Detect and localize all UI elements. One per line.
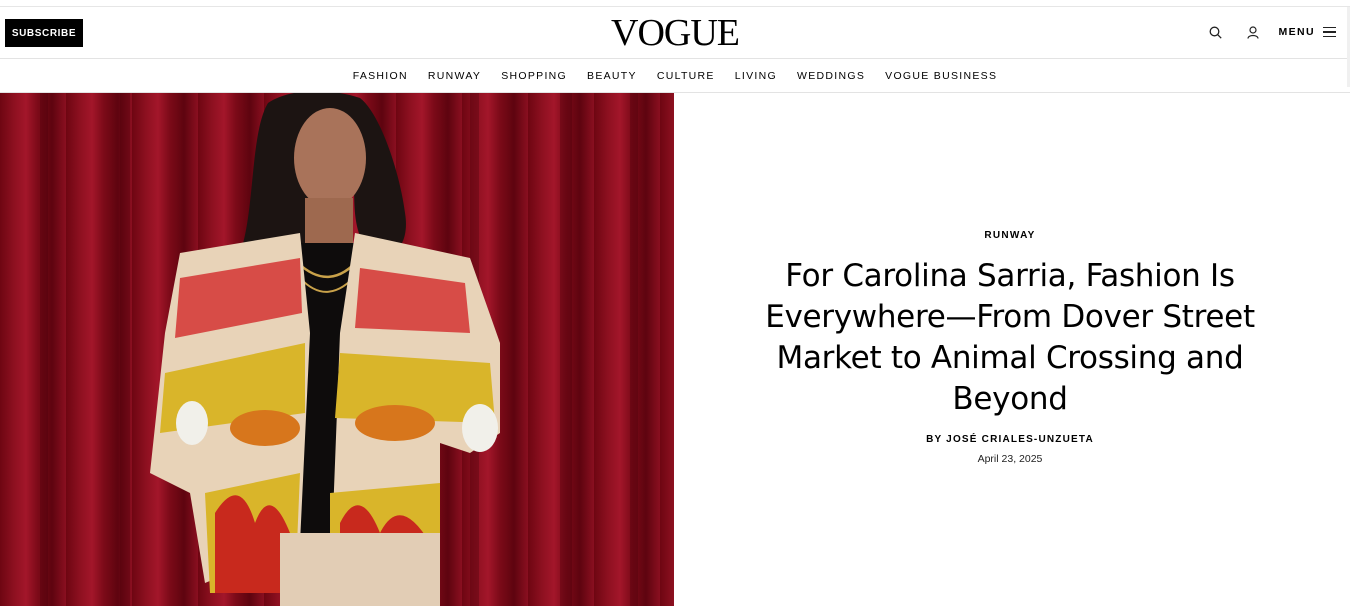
nav-item-shopping[interactable]: SHOPPING (491, 70, 577, 82)
search-icon[interactable] (1204, 21, 1226, 43)
vogue-logo[interactable]: VOGUE (611, 14, 740, 52)
nav-item-fashion[interactable]: FASHION (343, 70, 418, 82)
user-icon[interactable] (1242, 21, 1264, 43)
article-headline: For Carolina Sarria, Fashion Is Everywhe… (765, 258, 1255, 417)
site-header: SUBSCRIBE VOGUE MENU (0, 7, 1350, 59)
article-header: RUNWAY For Carolina Sarria, Fashion Is E… (674, 93, 1346, 606)
article-category[interactable]: RUNWAY (674, 230, 1346, 241)
menu-label[interactable]: MENU (1278, 26, 1315, 38)
nav-item-weddings[interactable]: WEDDINGS (787, 70, 875, 82)
hero-photo-illustration (40, 93, 638, 606)
nav-item-vogue-business[interactable]: VOGUE BUSINESS (875, 70, 1007, 82)
top-strip (0, 0, 1350, 7)
subscribe-button[interactable]: SUBSCRIBE (5, 19, 83, 47)
main-nav: FASHION RUNWAY SHOPPING BEAUTY CULTURE L… (0, 59, 1350, 93)
article-byline[interactable]: BY JOSÉ CRIALES-UNZUETA (674, 434, 1346, 445)
hero-photo[interactable] (0, 93, 674, 606)
nav-item-culture[interactable]: CULTURE (647, 70, 725, 82)
article-date: April 23, 2025 (977, 453, 1043, 465)
nav-item-living[interactable]: LIVING (725, 70, 787, 82)
nav-item-runway[interactable]: RUNWAY (418, 70, 491, 82)
header-tools: MENU (1204, 21, 1336, 43)
hamburger-icon[interactable] (1323, 27, 1336, 37)
nav-item-beauty[interactable]: BEAUTY (577, 70, 647, 82)
